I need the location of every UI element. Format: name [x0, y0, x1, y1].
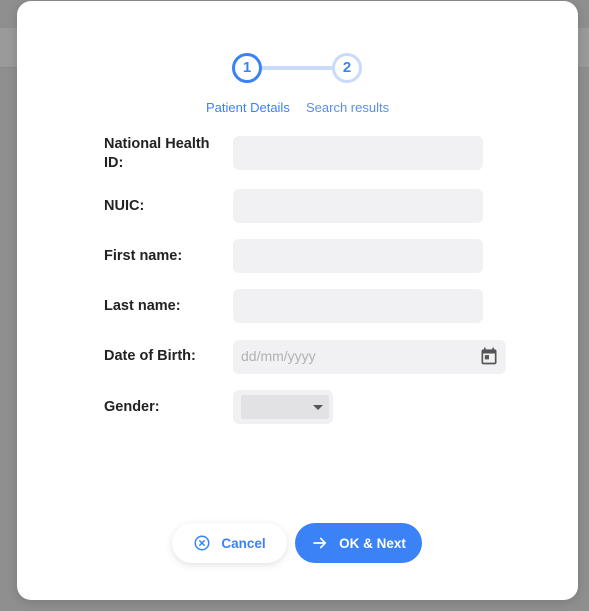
national-health-id-input[interactable]: [233, 136, 483, 170]
stepper: 1 2 Patient Details Search results: [17, 1, 578, 121]
national-health-id-label: National Health ID:: [104, 136, 210, 171]
date-of-birth-input[interactable]: dd/mm/yyyy: [233, 340, 506, 374]
arrow-right-icon: [313, 537, 327, 549]
step-1-indicator[interactable]: 1: [232, 53, 262, 83]
cancel-button[interactable]: Cancel: [172, 523, 287, 563]
date-of-birth-label: Date of Birth:: [104, 348, 196, 364]
calendar-icon[interactable]: [479, 346, 499, 366]
step-2-label: Search results: [306, 100, 390, 115]
ok-next-button-label: OK & Next: [339, 535, 406, 551]
step-1-label: Patient Details: [206, 100, 290, 115]
gender-label: Gender:: [104, 399, 160, 415]
stepper-connector: [262, 66, 332, 70]
nuic-label: NUIC:: [104, 198, 145, 214]
gender-select-value[interactable]: [241, 395, 329, 419]
last-name-label: Last name:: [104, 298, 181, 314]
cancel-button-label: Cancel: [221, 535, 266, 551]
first-name-label: First name:: [104, 248, 183, 264]
gender-select[interactable]: [233, 390, 333, 424]
nuic-input[interactable]: [233, 189, 483, 223]
close-circle-icon: [194, 535, 210, 551]
patient-search-dialog: 1 2 Patient Details Search results Natio…: [17, 1, 578, 600]
first-name-input[interactable]: [233, 239, 483, 273]
ok-next-button[interactable]: OK & Next: [295, 523, 422, 563]
last-name-input[interactable]: [233, 289, 483, 323]
step-2-indicator[interactable]: 2: [332, 53, 362, 83]
date-of-birth-placeholder: dd/mm/yyyy: [241, 348, 316, 364]
chevron-down-icon: [313, 405, 323, 410]
